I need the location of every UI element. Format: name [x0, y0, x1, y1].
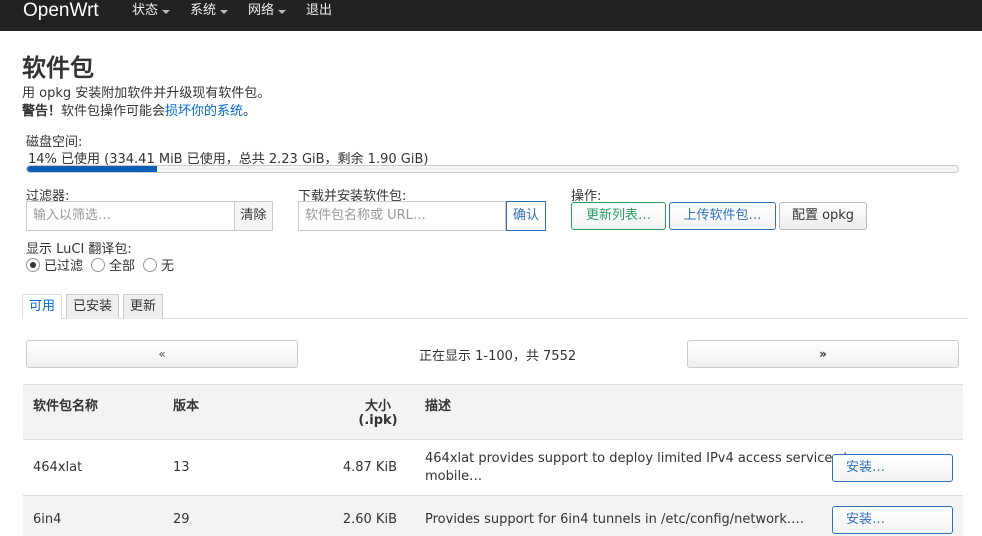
- install-button[interactable]: 安装…: [832, 506, 953, 534]
- menu-logout[interactable]: 退出: [306, 0, 332, 22]
- next-page-button[interactable]: »: [687, 340, 959, 368]
- col-name-header: 软件包名称: [33, 399, 99, 414]
- warning-text: 软件包操作可能会: [61, 104, 166, 119]
- package-name: 464xlat: [33, 460, 83, 475]
- radio-all[interactable]: 全部: [91, 255, 135, 274]
- menu-network[interactable]: 网络: [248, 0, 287, 22]
- package-description: Provides support for 6in4 tunnels in /et…: [425, 512, 805, 527]
- col-size-header: 大小: [364, 399, 391, 414]
- tab-installed[interactable]: 已安装: [66, 294, 119, 319]
- chevron-down-icon: [162, 10, 171, 14]
- install-button[interactable]: 安装…: [832, 454, 953, 482]
- radio-none-control[interactable]: [143, 257, 158, 272]
- radio-all-label: 全部: [109, 259, 136, 274]
- configure-opkg-button[interactable]: 配置 opkg: [779, 202, 867, 230]
- col-size-header-unit: (.ipk): [358, 413, 398, 428]
- radio-none-label: 无: [161, 259, 175, 274]
- top-navbar: OpenWrt 状态 系统 网络 退出: [0, 0, 982, 31]
- upload-package-button[interactable]: 上传软件包…: [669, 202, 776, 230]
- warning-end: 。: [243, 104, 257, 119]
- menu-status[interactable]: 状态: [132, 0, 171, 22]
- tab-available[interactable]: 可用: [22, 294, 62, 319]
- table-header: 软件包名称 版本 大小 (.ipk) 描述: [23, 384, 963, 440]
- brand-logo[interactable]: OpenWrt: [23, 0, 99, 22]
- main-menu: 状态 系统 网络 退出: [132, 0, 352, 22]
- confirm-install-button[interactable]: 确认: [506, 201, 546, 231]
- menu-logout-label: 退出: [306, 3, 333, 18]
- luci-translation-options: 已过滤 全部 无: [26, 255, 182, 274]
- package-version: 29: [173, 512, 190, 527]
- radio-filtered-control[interactable]: [26, 257, 40, 272]
- package-name: 6in4: [33, 512, 62, 527]
- pager-status: 正在显示 1-100，共 7552: [419, 349, 577, 364]
- table-row: 6in4 29 2.60 KiB Provides support for 6i…: [23, 496, 963, 536]
- menu-system[interactable]: 系统: [190, 0, 229, 22]
- table-row: 464xlat 13 4.87 KiB 464xlat provides sup…: [23, 440, 963, 496]
- filter-input[interactable]: 输入以筛选…: [26, 201, 235, 231]
- radio-none[interactable]: 无: [143, 255, 174, 274]
- clear-filter-button[interactable]: 清除: [235, 201, 273, 231]
- package-size: 2.60 KiB: [342, 512, 397, 527]
- warning-link[interactable]: 损坏你的系统: [165, 104, 243, 119]
- page-intro: 用 opkg 安装附加软件并升级现有软件包。: [22, 86, 271, 101]
- chevron-down-icon: [278, 10, 287, 14]
- prev-page-button[interactable]: «: [26, 340, 298, 368]
- tabs-divider: [22, 318, 968, 319]
- menu-status-label: 状态: [132, 3, 159, 18]
- chevron-down-icon: [220, 10, 229, 14]
- warning-label: 警告！: [22, 104, 62, 119]
- update-lists-button[interactable]: 更新列表…: [571, 202, 666, 230]
- package-url-input[interactable]: 软件包名称或 URL…: [298, 201, 506, 231]
- package-version: 13: [173, 460, 190, 475]
- menu-system-label: 系统: [190, 3, 217, 18]
- tab-updates[interactable]: 更新: [123, 294, 163, 319]
- disk-usage-text: 14% 已使用 (334.41 MiB 已使用，总共 2.23 GiB，剩余 1…: [28, 152, 429, 167]
- page-warning: 警告！软件包操作可能会损坏你的系统。: [22, 100, 256, 119]
- radio-filtered-label: 已过滤: [44, 259, 84, 274]
- menu-network-label: 网络: [248, 3, 275, 18]
- package-description-cont: mobile…: [425, 469, 483, 484]
- package-size: 4.87 KiB: [342, 460, 397, 475]
- col-description-header: 描述: [425, 399, 452, 414]
- radio-all-control[interactable]: [91, 257, 106, 272]
- page-title: 软件包: [22, 54, 94, 82]
- package-description: 464xlat provides support to deploy limit…: [425, 451, 857, 466]
- radio-filtered[interactable]: 已过滤: [26, 255, 83, 274]
- col-version-header: 版本: [173, 399, 200, 414]
